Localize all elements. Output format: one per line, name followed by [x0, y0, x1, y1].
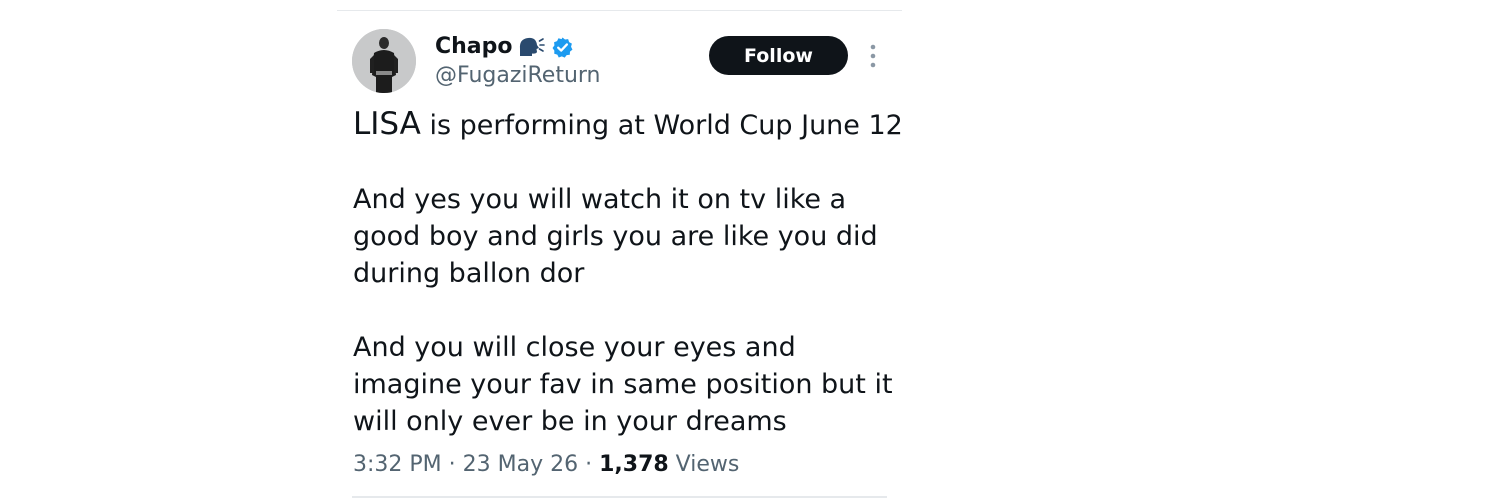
more-options-icon: [870, 44, 876, 68]
tweet-line: imagine your fav in same position but it: [353, 369, 893, 400]
avatar[interactable]: [352, 29, 416, 93]
tweet-line: during ballon dor: [353, 258, 585, 289]
meta-separator: ·: [578, 452, 600, 477]
meta-separator: ·: [441, 452, 463, 477]
verified-badge-icon[interactable]: [551, 36, 574, 59]
tweet-meta: 3:32 PM · 23 May 26 · 1,378 Views: [353, 450, 739, 480]
more-options-button[interactable]: [862, 42, 884, 70]
author-handle[interactable]: @FugaziReturn: [435, 61, 601, 91]
speaking-head-emoji: [517, 35, 545, 59]
tweet-line-rest: is performing at World Cup June 12: [420, 110, 903, 141]
author-name-row[interactable]: Chapo: [435, 31, 574, 63]
tweet-time[interactable]: 3:32 PM: [353, 452, 442, 477]
top-divider: [337, 10, 902, 11]
bottom-divider: [352, 496, 887, 498]
tweet-text: LISA is performing at World Cup June 12 …: [353, 106, 903, 440]
avatar-image: [352, 29, 416, 93]
views-count[interactable]: 1,378: [599, 452, 669, 477]
follow-button[interactable]: Follow: [709, 36, 848, 75]
tweet-line: And you will close your eyes and: [353, 332, 796, 363]
tweet-date[interactable]: 23 May 26: [463, 452, 578, 477]
views-label: Views: [668, 452, 740, 477]
tweet-line: LISA is performing at World Cup June 12: [353, 106, 903, 144]
tweet-line: good boy and girls you are like you did: [353, 221, 878, 252]
tweet-line: And yes you will watch it on tv like a: [353, 184, 847, 215]
tweet-highlight-word: LISA: [353, 106, 421, 142]
tweet-line: will only ever be in your dreams: [353, 406, 787, 437]
display-name[interactable]: Chapo: [435, 31, 513, 63]
